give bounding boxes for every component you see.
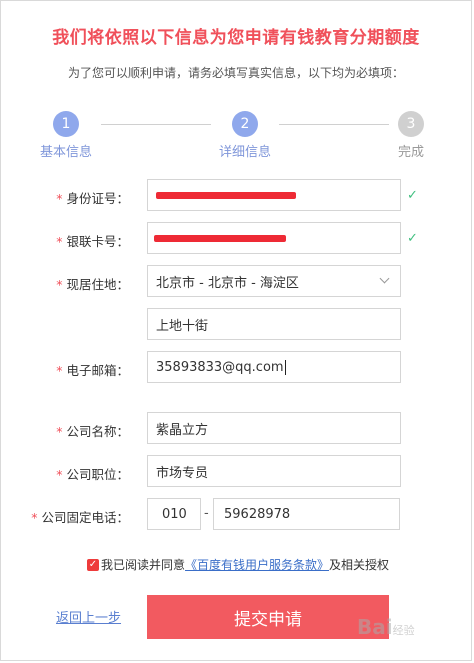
step-number: 2: [232, 111, 258, 137]
step-detail-info: 2 详细信息: [205, 111, 285, 160]
form-panel: 我们将依照以下信息为您申请有钱教育分期额度 为了您可以顺利申请，请务必填写真实信…: [0, 0, 472, 661]
step-complete: 3 完成: [371, 111, 451, 160]
redaction-mark: [154, 235, 286, 242]
bank-card-valid-icon: ✓: [407, 231, 418, 246]
agreement-prefix: 我已阅读并同意: [101, 558, 186, 572]
phone-separator: -: [204, 506, 209, 521]
page-subtitle: 为了您可以顺利申请，请务必填写真实信息，以下均为必填项：: [67, 66, 404, 80]
phone-number-input[interactable]: 59628978: [213, 498, 400, 530]
step-label: 完成: [397, 145, 424, 160]
step-label: 详细信息: [218, 145, 271, 160]
email-input[interactable]: 35893833@qq.com: [147, 351, 401, 383]
area-code-input[interactable]: 010: [147, 498, 201, 530]
id-card-valid-icon: ✓: [407, 188, 418, 203]
area-code-value: 010: [162, 506, 187, 522]
step-basic-info: 1 基本信息: [26, 111, 106, 160]
region-select[interactable]: 北京市 - 北京市 - 海淀区: [147, 265, 401, 297]
required-mark: *: [56, 234, 63, 249]
id-card-input[interactable]: [147, 179, 401, 211]
required-mark: *: [56, 191, 63, 206]
company-name-value: 紫晶立方: [156, 422, 209, 438]
submit-button[interactable]: 提交申请: [147, 595, 389, 639]
text-cursor: [284, 359, 286, 375]
agreement-suffix: 及相关授权: [329, 558, 390, 572]
id-card-label: * 身份证号：: [56, 191, 129, 206]
required-mark: *: [56, 467, 63, 482]
required-mark: *: [56, 363, 63, 378]
address-label: * 现居住地：: [56, 277, 129, 292]
company-name-input[interactable]: 紫晶立方: [147, 412, 401, 444]
bank-card-label: * 银联卡号：: [56, 234, 129, 249]
agreement-checkbox[interactable]: ✓: [87, 558, 99, 571]
redaction-mark: [156, 192, 296, 199]
step-label: 基本信息: [39, 145, 92, 160]
position-value: 市场专员: [156, 465, 209, 481]
required-mark: *: [56, 424, 63, 439]
step-number: 1: [53, 111, 79, 137]
chevron-down-icon: [379, 273, 390, 284]
required-mark: *: [56, 277, 63, 292]
bank-card-input[interactable]: [147, 222, 401, 254]
company-phone-label: * 公司固定电话：: [31, 510, 129, 525]
agreement-row: ✓ 我已阅读并同意 《百度有钱用户服务条款》 及相关授权: [87, 556, 389, 573]
service-terms-link[interactable]: 《百度有钱用户服务条款》: [185, 556, 329, 573]
required-mark: *: [31, 510, 38, 525]
email-value: 35893833@qq.com: [156, 359, 284, 375]
phone-number-value: 59628978: [224, 506, 291, 522]
step-connector-1: [101, 124, 211, 125]
page-title: 我们将依照以下信息为您申请有钱教育分期额度: [52, 28, 420, 48]
step-number: 3: [398, 111, 424, 137]
street-input[interactable]: 上地十街: [147, 308, 401, 340]
region-value: 北京市 - 北京市 - 海淀区: [156, 275, 299, 291]
email-label: * 电子邮箱：: [56, 363, 129, 378]
baidu-watermark: Bai经验: [357, 615, 415, 639]
position-input[interactable]: 市场专员: [147, 455, 401, 487]
company-name-label: * 公司名称：: [56, 424, 129, 439]
back-link[interactable]: 返回上一步: [56, 607, 121, 626]
street-value: 上地十街: [156, 318, 209, 334]
position-label: * 公司职位：: [56, 467, 129, 482]
